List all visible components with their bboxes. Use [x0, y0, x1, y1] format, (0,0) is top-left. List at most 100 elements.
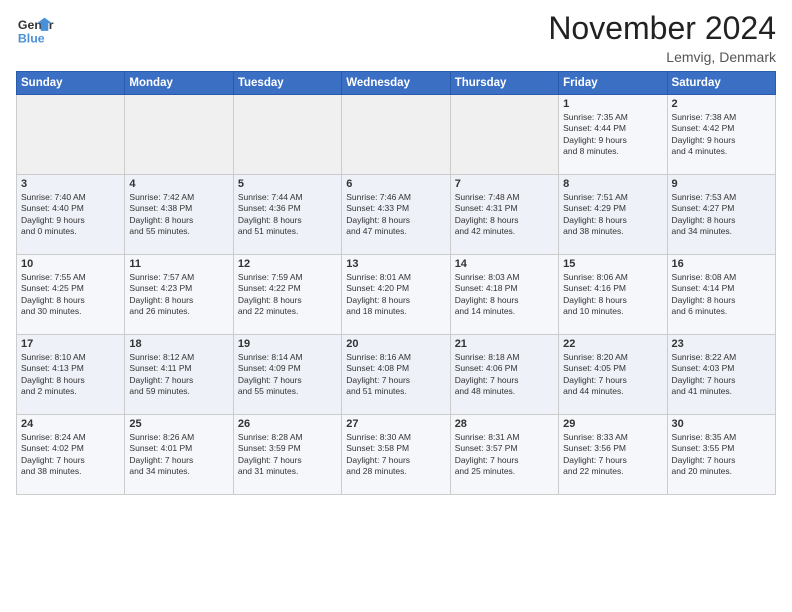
- day-info: Sunrise: 8:35 AM Sunset: 3:55 PM Dayligh…: [672, 432, 771, 478]
- weekday-friday: Friday: [559, 72, 667, 95]
- day-number: 4: [129, 178, 228, 190]
- day-number: 10: [21, 258, 120, 270]
- week-row-0: 1Sunrise: 7:35 AM Sunset: 4:44 PM Daylig…: [17, 95, 776, 175]
- day-info: Sunrise: 8:16 AM Sunset: 4:08 PM Dayligh…: [346, 352, 445, 398]
- day-number: 20: [346, 338, 445, 350]
- day-cell: 28Sunrise: 8:31 AM Sunset: 3:57 PM Dayli…: [450, 415, 558, 495]
- logo-icon: General Blue: [16, 10, 54, 48]
- day-cell: [125, 95, 233, 175]
- title-block: November 2024 Lemvig, Denmark: [548, 10, 776, 65]
- day-cell: 10 Sunrise: 7:55 AM Sunset: 4:25 PM Dayli…: [17, 255, 125, 335]
- day-cell: 16 Sunrise: 8:08 AM Sunset: 4:14 PM Dayli…: [667, 255, 775, 335]
- day-number: 2: [672, 98, 771, 110]
- day-info: Sunrise: 7:51 AM Sunset: 4:29 PM Dayligh…: [563, 192, 662, 238]
- day-info: Sunrise: 7:59 AM Sunset: 4:22 PM Dayligh…: [238, 272, 337, 318]
- day-info: Sunrise: 8:06 AM Sunset: 4:16 PM Dayligh…: [563, 272, 662, 318]
- day-cell: 29 Sunrise: 8:33 AM Sunset: 3:56 PM Dayli…: [559, 415, 667, 495]
- location: Lemvig, Denmark: [548, 49, 776, 65]
- day-info: Sunrise: 8:14 AM Sunset: 4:09 PM Dayligh…: [238, 352, 337, 398]
- day-number: 15: [563, 258, 662, 270]
- day-number: 16: [672, 258, 771, 270]
- week-row-4: 24 Sunrise: 8:24 AM Sunset: 4:02 PM Dayli…: [17, 415, 776, 495]
- day-cell: 15 Sunrise: 8:06 AM Sunset: 4:16 PM Dayli…: [559, 255, 667, 335]
- day-cell: 30 Sunrise: 8:35 AM Sunset: 3:55 PM Dayli…: [667, 415, 775, 495]
- day-cell: 19 Sunrise: 8:14 AM Sunset: 4:09 PM Dayli…: [233, 335, 341, 415]
- day-info: Sunrise: 8:33 AM Sunset: 3:56 PM Dayligh…: [563, 432, 662, 478]
- week-row-2: 10 Sunrise: 7:55 AM Sunset: 4:25 PM Dayli…: [17, 255, 776, 335]
- day-info: Sunrise: 8:08 AM Sunset: 4:14 PM Dayligh…: [672, 272, 771, 318]
- day-number: 18: [129, 338, 228, 350]
- day-info: Sunrise: 7:48 AM Sunset: 4:31 PM Dayligh…: [455, 192, 554, 238]
- day-info: Sunrise: 8:28 AM Sunset: 3:59 PM Dayligh…: [238, 432, 337, 478]
- day-number: 9: [672, 178, 771, 190]
- day-number: 17: [21, 338, 120, 350]
- week-row-3: 17Sunrise: 8:10 AM Sunset: 4:13 PM Dayli…: [17, 335, 776, 415]
- day-info: Sunrise: 8:24 AM Sunset: 4:02 PM Dayligh…: [21, 432, 120, 478]
- day-number: 29: [563, 418, 662, 430]
- day-cell: 20 Sunrise: 8:16 AM Sunset: 4:08 PM Dayli…: [342, 335, 450, 415]
- day-cell: 2 Sunrise: 7:38 AM Sunset: 4:42 PM Daylig…: [667, 95, 775, 175]
- day-info: Sunrise: 8:20 AM Sunset: 4:05 PM Dayligh…: [563, 352, 662, 398]
- day-info: Sunrise: 8:18 AM Sunset: 4:06 PM Dayligh…: [455, 352, 554, 398]
- calendar: SundayMondayTuesdayWednesdayThursdayFrid…: [16, 71, 776, 495]
- day-cell: 1Sunrise: 7:35 AM Sunset: 4:44 PM Daylig…: [559, 95, 667, 175]
- day-info: Sunrise: 7:44 AM Sunset: 4:36 PM Dayligh…: [238, 192, 337, 238]
- day-number: 7: [455, 178, 554, 190]
- day-info: Sunrise: 7:42 AM Sunset: 4:38 PM Dayligh…: [129, 192, 228, 238]
- day-info: Sunrise: 8:01 AM Sunset: 4:20 PM Dayligh…: [346, 272, 445, 318]
- day-cell: 22 Sunrise: 8:20 AM Sunset: 4:05 PM Dayli…: [559, 335, 667, 415]
- day-info: Sunrise: 8:03 AM Sunset: 4:18 PM Dayligh…: [455, 272, 554, 318]
- day-number: 25: [129, 418, 228, 430]
- day-number: 21: [455, 338, 554, 350]
- day-cell: [450, 95, 558, 175]
- day-number: 27: [346, 418, 445, 430]
- day-cell: 5 Sunrise: 7:44 AM Sunset: 4:36 PM Daylig…: [233, 175, 341, 255]
- day-info: Sunrise: 7:40 AM Sunset: 4:40 PM Dayligh…: [21, 192, 120, 238]
- weekday-monday: Monday: [125, 72, 233, 95]
- day-cell: 12Sunrise: 7:59 AM Sunset: 4:22 PM Dayli…: [233, 255, 341, 335]
- weekday-saturday: Saturday: [667, 72, 775, 95]
- day-number: 30: [672, 418, 771, 430]
- day-info: Sunrise: 7:55 AM Sunset: 4:25 PM Dayligh…: [21, 272, 120, 318]
- day-cell: 13Sunrise: 8:01 AM Sunset: 4:20 PM Dayli…: [342, 255, 450, 335]
- day-cell: 18 Sunrise: 8:12 AM Sunset: 4:11 PM Dayli…: [125, 335, 233, 415]
- day-info: Sunrise: 8:12 AM Sunset: 4:11 PM Dayligh…: [129, 352, 228, 398]
- day-cell: [233, 95, 341, 175]
- week-row-1: 3 Sunrise: 7:40 AM Sunset: 4:40 PM Daylig…: [17, 175, 776, 255]
- day-cell: 6Sunrise: 7:46 AM Sunset: 4:33 PM Daylig…: [342, 175, 450, 255]
- day-cell: 25 Sunrise: 8:26 AM Sunset: 4:01 PM Dayli…: [125, 415, 233, 495]
- day-cell: 14Sunrise: 8:03 AM Sunset: 4:18 PM Dayli…: [450, 255, 558, 335]
- day-cell: 8 Sunrise: 7:51 AM Sunset: 4:29 PM Daylig…: [559, 175, 667, 255]
- logo: General Blue: [16, 10, 54, 48]
- weekday-thursday: Thursday: [450, 72, 558, 95]
- day-number: 26: [238, 418, 337, 430]
- day-cell: 7 Sunrise: 7:48 AM Sunset: 4:31 PM Daylig…: [450, 175, 558, 255]
- day-cell: [342, 95, 450, 175]
- day-info: Sunrise: 8:26 AM Sunset: 4:01 PM Dayligh…: [129, 432, 228, 478]
- day-cell: 9 Sunrise: 7:53 AM Sunset: 4:27 PM Daylig…: [667, 175, 775, 255]
- day-number: 23: [672, 338, 771, 350]
- day-number: 19: [238, 338, 337, 350]
- day-info: Sunrise: 8:22 AM Sunset: 4:03 PM Dayligh…: [672, 352, 771, 398]
- day-info: Sunrise: 7:38 AM Sunset: 4:42 PM Dayligh…: [672, 112, 771, 158]
- day-cell: 27Sunrise: 8:30 AM Sunset: 3:58 PM Dayli…: [342, 415, 450, 495]
- day-cell: [17, 95, 125, 175]
- day-number: 8: [563, 178, 662, 190]
- day-info: Sunrise: 7:57 AM Sunset: 4:23 PM Dayligh…: [129, 272, 228, 318]
- day-cell: 23 Sunrise: 8:22 AM Sunset: 4:03 PM Dayli…: [667, 335, 775, 415]
- day-cell: 17Sunrise: 8:10 AM Sunset: 4:13 PM Dayli…: [17, 335, 125, 415]
- weekday-wednesday: Wednesday: [342, 72, 450, 95]
- day-info: Sunrise: 7:53 AM Sunset: 4:27 PM Dayligh…: [672, 192, 771, 238]
- day-info: Sunrise: 8:31 AM Sunset: 3:57 PM Dayligh…: [455, 432, 554, 478]
- header: General Blue November 2024 Lemvig, Denma…: [16, 10, 776, 65]
- day-number: 24: [21, 418, 120, 430]
- day-number: 1: [563, 98, 662, 110]
- day-cell: 3 Sunrise: 7:40 AM Sunset: 4:40 PM Daylig…: [17, 175, 125, 255]
- day-number: 5: [238, 178, 337, 190]
- day-number: 22: [563, 338, 662, 350]
- day-number: 3: [21, 178, 120, 190]
- day-cell: 26 Sunrise: 8:28 AM Sunset: 3:59 PM Dayli…: [233, 415, 341, 495]
- day-cell: 4 Sunrise: 7:42 AM Sunset: 4:38 PM Daylig…: [125, 175, 233, 255]
- day-info: Sunrise: 7:46 AM Sunset: 4:33 PM Dayligh…: [346, 192, 445, 238]
- day-cell: 21 Sunrise: 8:18 AM Sunset: 4:06 PM Dayli…: [450, 335, 558, 415]
